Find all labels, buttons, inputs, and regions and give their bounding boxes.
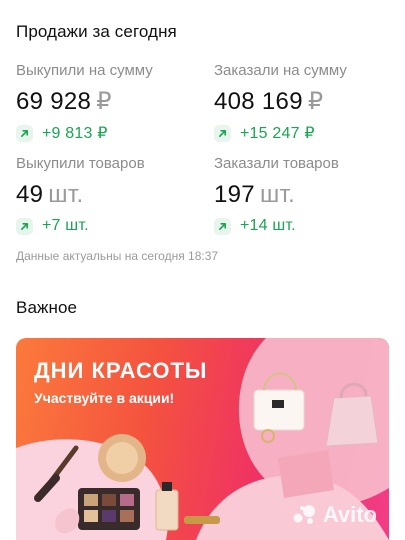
avito-wordmark: Avito [322,502,377,527]
sales-section-title: Продажи за сегодня [16,22,177,41]
stat-delta: +15 247 ₽ [214,123,394,143]
stat-delta: +7 шт. [16,216,196,236]
stat-label: Выкупили товаров [16,155,145,172]
banner-title: ДНИ КРАСОТЫ [34,358,208,383]
promo-banner[interactable]: ДНИ КРАСОТЫ Участвуйте в акции! Avito [16,338,389,540]
data-freshness-note: Данные актуальны на сегодня 18:37 [16,249,219,263]
stat-number: 197 [214,181,255,208]
stat-bought-sum: Выкупили на сумму 69 928 ₽ +9 813 ₽ [16,62,196,143]
stat-number: 49 [16,181,44,208]
stat-delta: +14 шт. [214,216,394,236]
stat-label: Заказали на сумму [214,62,347,79]
arrow-up-right-icon [214,124,231,142]
stat-label: Выкупили на сумму [16,62,153,79]
stat-ordered-sum: Заказали на сумму 408 169 ₽ +15 247 ₽ [214,62,394,143]
stat-value: 408 169 ₽ [214,87,394,117]
stat-unit: шт. [259,181,296,208]
stat-number: 69 928 [16,88,92,115]
stat-value: 197 шт. [214,180,394,210]
stat-delta: +9 813 ₽ [16,123,196,143]
stat-number: 408 169 [214,88,303,115]
delta-text: +14 шт. [240,217,296,234]
arrow-up-right-icon [214,217,231,235]
delta-text: +15 247 ₽ [240,125,315,142]
delta-text: +7 шт. [42,217,89,234]
stat-unit: ₽ [96,88,112,115]
important-section-title: Важное [16,298,78,317]
stat-value: 69 928 ₽ [16,87,196,117]
stat-unit: ₽ [307,88,324,115]
avito-watermark: Avito [291,502,377,528]
arrow-up-right-icon [16,217,33,235]
stat-bought-qty: Выкупили товаров 49 шт. +7 шт. [16,155,196,236]
arrow-up-right-icon [16,124,33,142]
stat-value: 49 шт. [16,180,196,210]
stat-ordered-qty: Заказали товаров 197 шт. +14 шт. [214,155,394,236]
avito-logo-icon [293,505,315,524]
delta-text: +9 813 ₽ [42,125,108,142]
banner-subtitle: Участвуйте в акции! [34,390,175,406]
stat-label: Заказали товаров [214,155,339,172]
stat-unit: шт. [48,181,84,208]
